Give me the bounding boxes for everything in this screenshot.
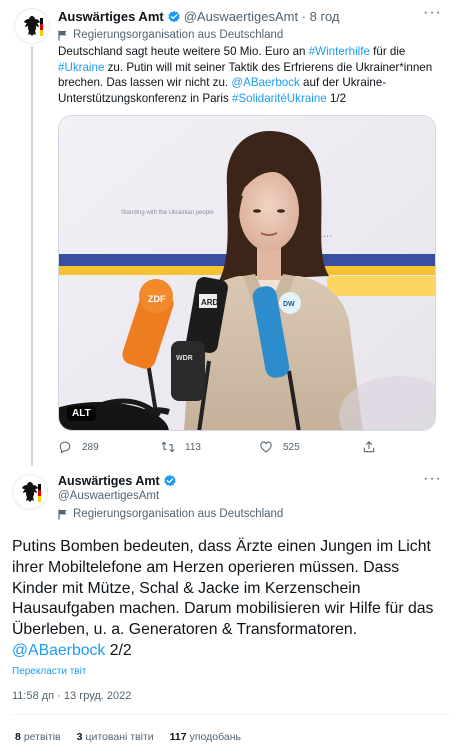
author-handle[interactable]: @AuswaertigesAmt — [184, 9, 298, 24]
mic-label-wdr: WDR — [176, 355, 193, 362]
flag-icon — [58, 509, 67, 519]
retweets-label: ретвітів — [23, 731, 61, 743]
tweet-1[interactable]: Auswärtiges Amt @AuswaertigesAmt · 8 год… — [0, 0, 462, 470]
likes-stat[interactable]: 117 уподобань — [170, 731, 241, 743]
tweet-text-segment: Deutschland sagt heute weitere 50 Mio. E… — [58, 45, 309, 58]
avatar[interactable] — [12, 474, 48, 510]
divider — [12, 714, 450, 715]
tweet-text-segment: für die — [369, 45, 406, 58]
retweets-count: 8 — [15, 731, 21, 743]
more-options-icon[interactable]: ··· — [423, 470, 442, 488]
author-name[interactable]: Auswärtiges Amt — [58, 9, 164, 24]
likes-count: 117 — [169, 731, 187, 743]
reply-icon — [59, 441, 71, 454]
retweets-stat[interactable]: 8 ретвітів — [15, 731, 61, 743]
tweet-text: Putins Bomben bedeuten, dass Ärzte einen… — [12, 537, 442, 662]
reply-count: 289 — [82, 441, 99, 453]
eagle-icon — [22, 482, 38, 502]
mic-label-ard: ARD — [201, 298, 219, 307]
tweet-text: Deutschland sagt heute weitere 50 Mio. E… — [58, 44, 438, 106]
retweet-icon — [161, 441, 175, 453]
gov-label-text: Regierungsorganisation aus Deutschland — [73, 508, 284, 520]
german-flag-stripe — [40, 18, 43, 36]
like-count: 525 — [283, 441, 300, 453]
tweet-text-segment: 1/2 — [326, 91, 347, 105]
tweet-link[interactable]: #Ukraine — [58, 61, 104, 74]
thread-line — [31, 46, 33, 466]
heart-icon — [260, 441, 272, 453]
verified-badge-icon — [163, 474, 176, 487]
mic-label-dw: DW — [283, 301, 295, 308]
tweet-header: Auswärtiges Amt @AuswaertigesAmt · 8 год — [58, 9, 442, 24]
tweet-timestamp[interactable]: 11:58 дп · 13 груд. 2022 — [12, 690, 131, 702]
photo-annalena-at-microphones: Standing with the Ukrainian people • • •… — [59, 116, 435, 430]
tweet-text-suffix: 2/2 — [105, 641, 132, 659]
verified-badge-icon — [168, 10, 180, 22]
mention-link[interactable]: @ABaerbock — [12, 642, 105, 659]
tweet-photo[interactable]: Standing with the Ukrainian people • • •… — [58, 115, 436, 431]
tweet-link[interactable]: @ABaerbock — [231, 76, 299, 89]
gov-label: Regierungsorganisation aus Deutschland — [58, 508, 283, 520]
gov-label-text: Regierungsorganisation aus Deutschland — [73, 29, 284, 41]
tweet2-author: Auswärtiges Amt — [58, 474, 180, 488]
quotes-stat[interactable]: 3 цитовані твіти — [77, 731, 154, 743]
translate-tweet-link[interactable]: Перекласти твіт — [12, 666, 86, 677]
mic-label-zdf: ZDF — [148, 294, 166, 304]
tweet-stats: 8 ретвітів 3 цитовані твіти 117 уподобань — [15, 731, 241, 743]
retweet-count: 113 — [185, 441, 201, 453]
gov-label: Regierungsorganisation aus Deutschland — [58, 29, 283, 41]
tweet-link[interactable]: #Winterhilfe — [309, 45, 370, 58]
eagle-icon — [24, 16, 40, 36]
separator-dot: · — [298, 9, 310, 24]
reply-button[interactable]: 289 — [58, 440, 99, 454]
tweet-text-body: Putins Bomben bedeuten, dass Ärzte einen… — [12, 538, 434, 639]
share-icon — [363, 441, 375, 453]
tweet-time[interactable]: 8 год — [310, 9, 340, 24]
quotes-label: цитовані твіти — [85, 731, 154, 743]
retweet-button[interactable]: 113 — [161, 440, 201, 454]
author-handle[interactable]: @AuswaertigesAmt — [58, 490, 159, 502]
avatar[interactable] — [14, 8, 50, 44]
banner-text: Standing with the Ukrainian people — [121, 210, 214, 216]
share-button[interactable] — [362, 440, 386, 454]
quotes-count: 3 — [76, 731, 83, 743]
german-flag-stripe — [38, 484, 41, 502]
flag-icon — [58, 30, 67, 40]
alt-badge[interactable]: ALT — [67, 406, 96, 421]
tweet-link[interactable]: #SolidaritéUkraine — [232, 92, 327, 105]
like-button[interactable]: 525 — [259, 440, 300, 454]
more-options-icon[interactable]: ··· — [423, 4, 442, 22]
likes-label: уподобань — [189, 731, 241, 743]
action-bar: 289 113 525 — [58, 440, 388, 458]
author-name[interactable]: Auswärtiges Amt — [58, 474, 160, 488]
